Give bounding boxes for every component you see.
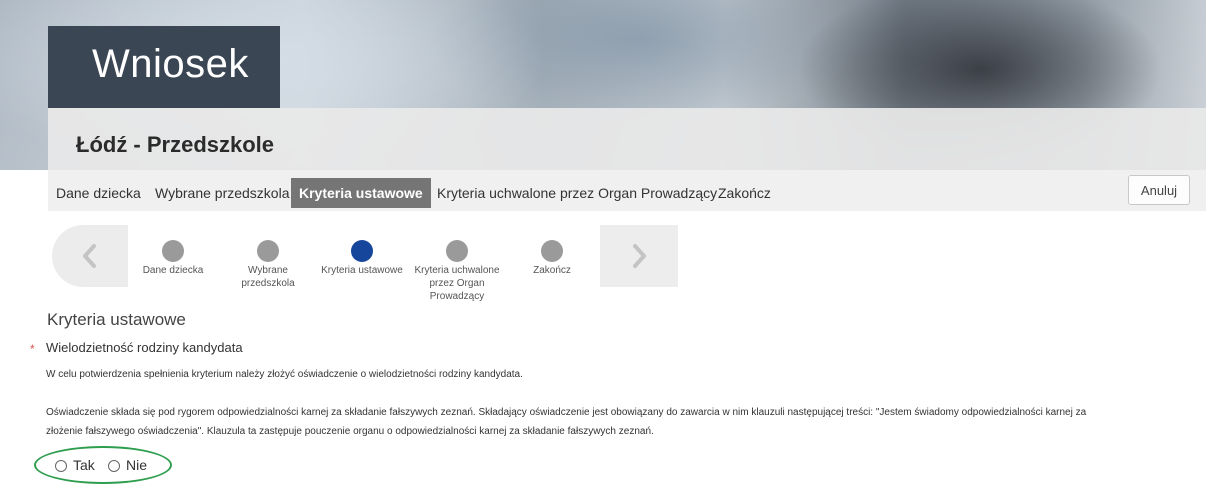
- next-step-button[interactable]: [600, 225, 678, 287]
- step-label-kryteria-uchwalone: Kryteria uchwalone przez Organ Prowadząc…: [414, 265, 500, 302]
- tab-kryteria-ustawowe[interactable]: Kryteria ustawowe: [291, 178, 431, 208]
- section-title: Kryteria ustawowe: [47, 310, 186, 329]
- criterion-description: W celu potwierdzenia spełnienia kryteriu…: [46, 369, 523, 380]
- page-title: Wniosek: [92, 42, 249, 86]
- radio-nie-label[interactable]: Nie: [126, 457, 147, 473]
- step-label-kryteria-ustawowe: Kryteria ustawowe: [321, 265, 403, 276]
- page-subtitle: Łódź - Przedszkole: [76, 132, 275, 157]
- chevron-right-icon: [633, 244, 646, 268]
- criterion-statement-line1: Oświadczenie składa się pod rygorem odpo…: [46, 407, 1087, 418]
- step-label-wybrane-przedszkola: Wybrane przedszkola: [241, 265, 295, 289]
- radio-tak-label[interactable]: Tak: [73, 457, 95, 473]
- step-dot-kryteria-uchwalone[interactable]: [446, 240, 468, 262]
- step-label-dane-dziecka: Dane dziecka: [142, 265, 204, 276]
- chevron-left-icon: [83, 244, 96, 268]
- step-dot-kryteria-ustawowe[interactable]: [351, 240, 373, 262]
- tab-wybrane-przedszkola[interactable]: Wybrane przedszkola: [155, 178, 290, 208]
- step-dot-zakoncz[interactable]: [541, 240, 563, 262]
- step-dot-wybrane-przedszkola[interactable]: [257, 240, 279, 262]
- tab-kryteria-uchwalone[interactable]: Kryteria uchwalone przez Organ Prowadząc…: [437, 178, 717, 208]
- required-marker: *: [30, 342, 35, 356]
- radio-tak[interactable]: [55, 460, 67, 472]
- radio-nie[interactable]: [108, 460, 120, 472]
- step-dot-dane-dziecka[interactable]: [162, 240, 184, 262]
- tab-dane-dziecka[interactable]: Dane dziecka: [56, 178, 141, 208]
- criterion-label: Wielodzietność rodziny kandydata: [46, 340, 243, 355]
- previous-step-button[interactable]: [52, 225, 128, 287]
- criterion-statement-line2: złożenie fałszywego oświadczenia". Klauz…: [46, 426, 654, 437]
- tab-zakoncz[interactable]: Zakończ: [718, 178, 771, 208]
- step-label-zakoncz: Zakończ: [533, 265, 571, 276]
- cancel-button[interactable]: Anuluj: [1128, 175, 1190, 205]
